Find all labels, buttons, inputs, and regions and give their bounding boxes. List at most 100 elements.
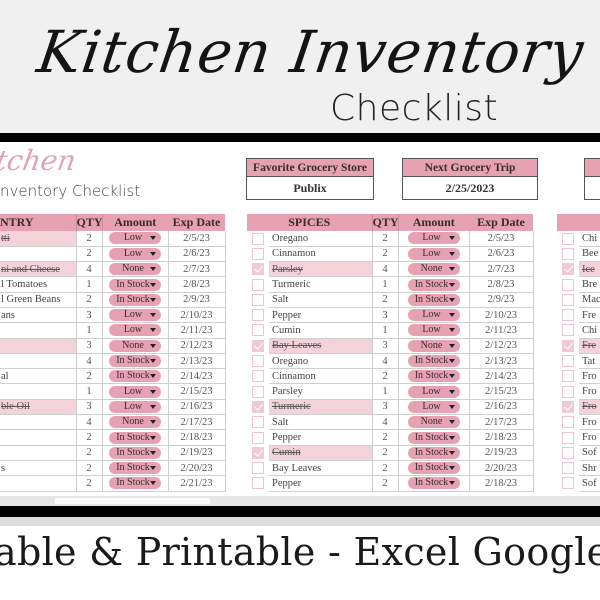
item-exp-date[interactable]: 2/11/23 [469, 322, 534, 339]
item-name[interactable]: Sof [579, 445, 600, 461]
checkbox-checked[interactable] [252, 263, 264, 276]
item-name[interactable]: Parsley [269, 383, 372, 400]
item-name[interactable] [0, 429, 76, 446]
amount-dropdown[interactable]: Low [109, 247, 161, 260]
item-exp-date[interactable]: 2/8/23 [168, 276, 226, 293]
item-exp-date[interactable]: 2/5/23 [469, 231, 534, 247]
amount-dropdown[interactable]: In Stock [407, 355, 460, 368]
item-exp-date[interactable]: 2/6/23 [469, 246, 534, 263]
amount-dropdown[interactable]: None [109, 416, 161, 429]
item-exp-date[interactable]: 2/7/23 [168, 261, 226, 278]
item-exp-date[interactable]: 2/8/23 [469, 276, 534, 293]
item-name[interactable] [0, 383, 76, 400]
checkbox-unchecked[interactable] [562, 309, 574, 322]
item-qty[interactable]: 2 [371, 475, 399, 492]
checkbox-unchecked[interactable] [252, 309, 264, 322]
item-name[interactable]: Chi [579, 322, 600, 339]
amount-dropdown[interactable]: None [407, 263, 460, 276]
amount-dropdown[interactable]: In Stock [109, 355, 161, 368]
checkbox-unchecked[interactable] [252, 416, 264, 429]
item-qty[interactable]: 1 [371, 276, 399, 293]
item-exp-date[interactable]: 2/12/23 [168, 338, 226, 354]
item-name[interactable]: Sof [579, 475, 600, 492]
item-exp-date[interactable]: 2/16/23 [168, 399, 226, 416]
item-exp-date[interactable]: 2/11/23 [168, 322, 226, 339]
item-qty[interactable]: 2 [75, 445, 103, 461]
item-name[interactable]: Fro [579, 399, 600, 416]
item-exp-date[interactable]: 2/16/23 [469, 399, 534, 416]
item-name[interactable] [0, 475, 76, 492]
item-qty[interactable]: 2 [371, 368, 399, 385]
item-exp-date[interactable]: 2/15/23 [168, 383, 226, 400]
item-exp-date[interactable]: 2/6/23 [168, 246, 226, 263]
item-qty[interactable]: 1 [371, 322, 399, 339]
checkbox-unchecked[interactable] [252, 370, 264, 383]
next-trip-value[interactable]: 2/25/2023 [403, 177, 537, 199]
favorite-store-value[interactable]: Publix [247, 177, 373, 199]
amount-dropdown[interactable]: In Stock [407, 462, 460, 475]
checkbox-unchecked[interactable] [252, 431, 264, 444]
checkbox-unchecked[interactable] [562, 293, 574, 306]
item-exp-date[interactable]: 2/7/23 [469, 261, 534, 278]
item-qty[interactable]: 2 [371, 231, 399, 247]
item-qty[interactable]: 3 [371, 399, 399, 416]
scrollbar-thumb[interactable] [55, 498, 210, 504]
amount-dropdown[interactable]: Low [407, 385, 460, 398]
item-name[interactable]: Fre [579, 307, 600, 324]
checkbox-checked[interactable] [252, 446, 264, 459]
item-name[interactable]: l Tomatoes [0, 276, 76, 293]
amount-dropdown[interactable]: In Stock [407, 477, 460, 490]
amount-dropdown[interactable]: In Stock [407, 431, 460, 444]
item-name[interactable]: Parsley [269, 261, 372, 278]
item-exp-date[interactable]: 2/13/23 [469, 353, 534, 370]
item-qty[interactable]: 2 [371, 429, 399, 446]
checkbox-unchecked[interactable] [562, 431, 574, 444]
item-qty[interactable]: 3 [371, 338, 399, 354]
item-name[interactable]: Pepper [269, 429, 372, 446]
amount-dropdown[interactable]: Low [407, 247, 460, 260]
horizontal-scrollbar[interactable] [0, 496, 600, 506]
amount-dropdown[interactable]: None [407, 339, 460, 352]
checkbox-checked[interactable] [252, 339, 264, 352]
checkbox-unchecked[interactable] [562, 385, 574, 398]
item-qty[interactable]: 2 [371, 292, 399, 308]
item-exp-date[interactable]: 2/18/23 [469, 475, 534, 492]
checkbox-unchecked[interactable] [562, 462, 574, 475]
item-name[interactable]: ans [0, 307, 76, 324]
item-qty[interactable]: 1 [75, 276, 103, 293]
checkbox-unchecked[interactable] [562, 416, 574, 429]
item-name[interactable] [0, 338, 76, 354]
item-name[interactable]: Turmeric [269, 276, 372, 293]
checkbox-unchecked[interactable] [252, 355, 264, 368]
item-qty[interactable]: 2 [75, 460, 103, 477]
item-name[interactable]: Fro [579, 383, 600, 400]
item-exp-date[interactable]: 2/21/23 [168, 475, 226, 492]
item-name[interactable]: Cumin [269, 445, 372, 461]
item-name[interactable]: Pepper [269, 475, 372, 492]
item-qty[interactable]: 1 [371, 383, 399, 400]
item-name[interactable]: s [0, 460, 76, 477]
item-name[interactable]: Mac [579, 292, 600, 308]
amount-dropdown[interactable]: In Stock [407, 370, 460, 383]
checkbox-unchecked[interactable] [252, 324, 264, 337]
item-name[interactable]: Chi [579, 231, 600, 247]
amount-dropdown[interactable]: In Stock [407, 446, 460, 459]
item-name[interactable]: Tat [579, 353, 600, 370]
item-qty[interactable]: 4 [75, 414, 103, 431]
amount-dropdown[interactable]: In Stock [109, 431, 161, 444]
amount-dropdown[interactable]: In Stock [109, 477, 161, 490]
item-exp-date[interactable]: 2/19/23 [469, 445, 534, 461]
item-exp-date[interactable]: 2/17/23 [469, 414, 534, 431]
amount-dropdown[interactable]: In Stock [407, 278, 460, 291]
item-qty[interactable]: 3 [75, 338, 103, 354]
checkbox-unchecked[interactable] [252, 232, 264, 245]
checkbox-unchecked[interactable] [562, 247, 574, 260]
item-name[interactable]: Fro [579, 429, 600, 446]
item-exp-date[interactable]: 2/15/23 [469, 383, 534, 400]
item-qty[interactable]: 2 [371, 460, 399, 477]
item-name[interactable]: Fro [579, 368, 600, 385]
item-name[interactable]: Shr [579, 460, 600, 477]
amount-dropdown[interactable]: Low [109, 232, 161, 245]
item-exp-date[interactable]: 2/20/23 [469, 460, 534, 477]
item-exp-date[interactable]: 2/5/23 [168, 231, 226, 247]
